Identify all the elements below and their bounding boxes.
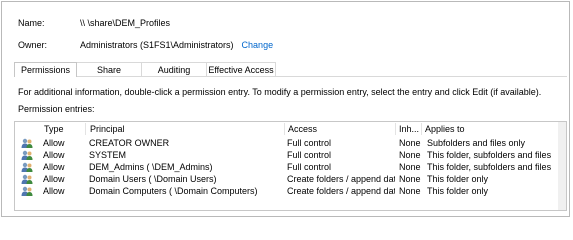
row-inherited: None: [399, 138, 421, 148]
tab-auditing[interactable]: Auditing: [141, 62, 207, 76]
column-header-principal[interactable]: Principal: [87, 122, 125, 136]
table-row[interactable]: Allow Domain Computers ( \Domain Compute…: [15, 186, 566, 197]
tab-permissions[interactable]: Permissions: [14, 62, 77, 77]
permission-entries-label: Permission entries:: [18, 104, 95, 114]
row-principal: Domain Users ( \Domain Users): [89, 174, 217, 184]
tab-effective-access[interactable]: Effective Access: [206, 62, 276, 76]
row-applies-to: Subfolders and files only: [427, 138, 526, 148]
row-access: Full control: [287, 150, 332, 160]
column-header-access[interactable]: Access: [285, 122, 317, 136]
users-icon: [21, 138, 33, 149]
row-principal: CREATOR OWNER: [89, 138, 170, 148]
vertical-scrollbar[interactable]: [558, 122, 566, 210]
row-applies-to: This folder only: [427, 186, 489, 196]
row-type: Allow: [43, 138, 65, 148]
table-row[interactable]: Allow DEM_Admins ( \DEM_Admins) Full con…: [15, 162, 566, 173]
name-value: \\ \share\DEM_Profiles: [80, 18, 171, 28]
info-text: For additional information, double-click…: [18, 87, 542, 97]
column-header-applies-to[interactable]: Applies to: [422, 122, 465, 136]
row-inherited: None: [399, 174, 421, 184]
users-icon: [21, 162, 33, 173]
row-type: Allow: [43, 186, 65, 196]
row-applies-to: This folder only: [427, 174, 489, 184]
users-icon: [21, 174, 33, 185]
row-access: Full control: [287, 162, 332, 172]
row-type: Allow: [43, 150, 65, 160]
owner-label: Owner:: [18, 40, 48, 50]
column-header-type[interactable]: Type: [41, 122, 64, 136]
tab-share[interactable]: Share: [76, 62, 142, 76]
row-access: Full control: [287, 138, 332, 148]
owner-value: Administrators (S1FS1\Administrators): [80, 40, 234, 50]
owner-value-group: Administrators (S1FS1\Administrators) Cha…: [80, 40, 273, 50]
permission-entries-table[interactable]: Type Principal Access Inh... Applies to …: [14, 121, 567, 211]
row-access: Create folders / append data: [287, 174, 395, 184]
row-applies-to: This folder, subfolders and files: [427, 150, 552, 160]
table-row[interactable]: Allow Domain Users ( \Domain Users) Crea…: [15, 174, 566, 185]
table-header: Type Principal Access Inh... Applies to: [15, 122, 566, 136]
row-inherited: None: [399, 150, 421, 160]
table-row[interactable]: Allow SYSTEM Full control None This fold…: [15, 150, 566, 161]
row-principal: DEM_Admins ( \DEM_Admins): [89, 162, 213, 172]
column-header-inherited[interactable]: Inh...: [396, 122, 419, 136]
table-row[interactable]: Allow CREATOR OWNER Full control None Su…: [15, 138, 566, 149]
users-icon: [21, 186, 33, 197]
row-principal: SYSTEM: [89, 150, 127, 160]
name-label: Name:: [18, 18, 45, 28]
row-applies-to: This folder, subfolders and files: [427, 162, 552, 172]
users-icon: [21, 150, 33, 161]
row-principal: Domain Computers ( \Domain Computers): [89, 186, 258, 196]
row-inherited: None: [399, 162, 421, 172]
row-type: Allow: [43, 174, 65, 184]
change-owner-link[interactable]: Change: [242, 40, 274, 50]
row-inherited: None: [399, 186, 421, 196]
row-type: Allow: [43, 162, 65, 172]
row-access: Create folders / append data: [287, 186, 395, 196]
column-divider[interactable]: [85, 123, 86, 135]
